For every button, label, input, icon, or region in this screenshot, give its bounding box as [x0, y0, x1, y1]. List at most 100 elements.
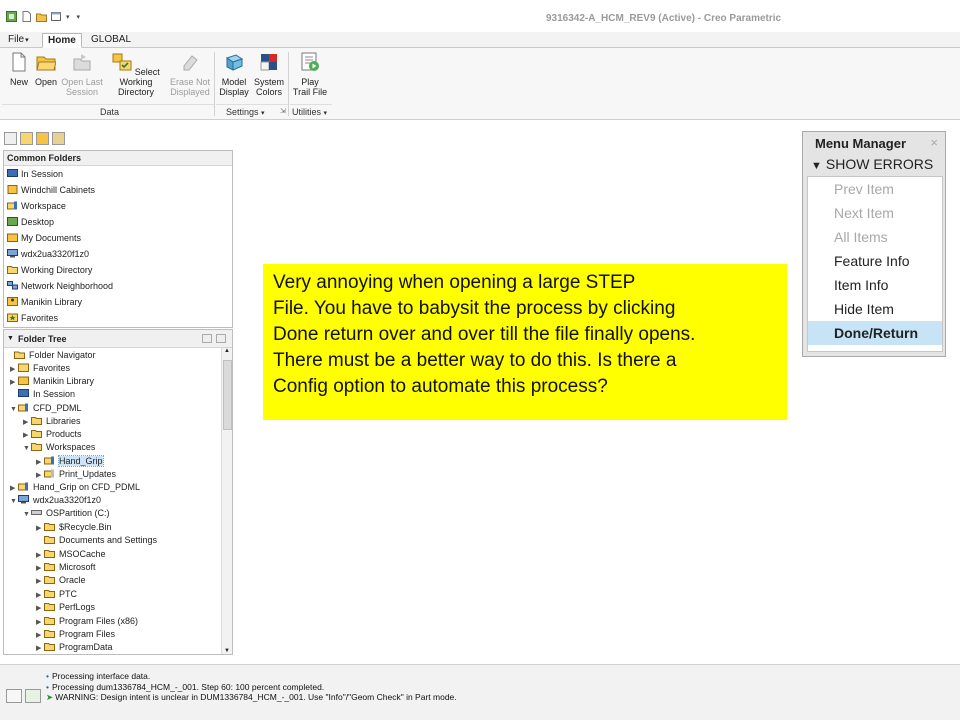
- connections-tab-icon[interactable]: [52, 132, 65, 145]
- model-display-button[interactable]: Model Display: [218, 52, 250, 97]
- group-label-settings: Settings: [226, 107, 259, 117]
- common-folder-workspace[interactable]: Workspace: [4, 198, 232, 214]
- tree-item-label: Hand_Grip: [58, 455, 104, 467]
- tree-item[interactable]: Folder Navigator: [6, 349, 96, 362]
- common-folder-network-neighborhood[interactable]: Network Neighborhood: [4, 278, 232, 294]
- tree-item-label: Oracle: [59, 575, 86, 585]
- tree-item-selected[interactable]: ▶ Hand_Grip: [36, 455, 104, 468]
- menu-item-all-items[interactable]: All Items: [808, 225, 942, 249]
- common-folder-desktop[interactable]: Desktop: [4, 214, 232, 230]
- tree-item[interactable]: ▶ Hand_Grip on CFD_PDML: [10, 481, 140, 494]
- tree-item-label: Manikin Library: [33, 376, 95, 386]
- tree-item[interactable]: ▼ CFD_PDML: [10, 402, 82, 415]
- windows-icon[interactable]: [51, 11, 62, 22]
- manikin-icon: [18, 376, 29, 385]
- tree-twisty[interactable]: ▶: [36, 602, 44, 615]
- menu-item-done-return[interactable]: Done/Return: [808, 321, 942, 345]
- tree-item[interactable]: ▶ MSOCache: [36, 548, 106, 561]
- tree-item[interactable]: ▶ Program Files: [36, 628, 115, 641]
- open-last-session-button[interactable]: Open Last Session: [60, 52, 104, 97]
- scrollbar-thumb[interactable]: [223, 360, 232, 430]
- dialog-launcher-icon[interactable]: ⇲: [280, 107, 286, 115]
- scroll-up-icon[interactable]: ▲: [224, 348, 230, 354]
- tree-twisty[interactable]: ▼: [23, 442, 31, 455]
- tree-item[interactable]: ▶ Manikin Library: [10, 375, 94, 388]
- common-folder-favorites[interactable]: Favorites: [4, 310, 232, 326]
- computer-icon: [18, 495, 29, 504]
- folder-icon: [44, 643, 55, 651]
- common-folder-windchill-cabinets[interactable]: Windchill Cabinets: [4, 182, 232, 198]
- browser-toggle-icon[interactable]: [25, 689, 41, 703]
- model-tree-tab-icon[interactable]: [4, 132, 17, 145]
- tree-item[interactable]: ▶ PTC: [36, 588, 77, 601]
- tab-file[interactable]: File▾: [3, 33, 34, 48]
- tree-item[interactable]: ▶ Microsoft: [36, 561, 96, 574]
- common-folder-my-documents[interactable]: My Documents: [4, 230, 232, 246]
- tree-item[interactable]: ▶ Program Files (x86): [36, 615, 138, 628]
- erase-not-displayed-button[interactable]: Erase Not Displayed: [168, 52, 212, 97]
- bullet-icon: •: [46, 671, 49, 681]
- customize-toolbar-icon[interactable]: ▾: [77, 13, 81, 21]
- menu-item-hide-item[interactable]: Hide Item: [808, 297, 942, 321]
- tree-item[interactable]: Documents and Settings: [36, 534, 157, 547]
- tree-item[interactable]: ▶ Favorites: [10, 362, 70, 375]
- tree-item[interactable]: ▼ OSPartition (C:): [23, 507, 110, 520]
- tree-item[interactable]: ▶ $Recycle.Bin: [36, 521, 112, 534]
- tree-item-label: PerfLogs: [59, 602, 96, 612]
- common-folders-title: Common Folders: [4, 151, 232, 166]
- close-icon[interactable]: ×: [930, 135, 938, 150]
- menu-item-item-info[interactable]: Item Info: [808, 273, 942, 297]
- tree-item[interactable]: ▶ Libraries: [23, 415, 81, 428]
- workspace-icon: [44, 469, 54, 478]
- common-folder-manikin-library[interactable]: Manikin Library: [4, 294, 232, 310]
- open-last-session-label-2: Session: [65, 87, 99, 97]
- new-icon[interactable]: [21, 11, 32, 22]
- chevron-down-icon: ▾: [323, 110, 328, 117]
- menu-item-next-item[interactable]: Next Item: [808, 201, 942, 225]
- open-icon[interactable]: [36, 11, 47, 22]
- folder-browser-tab-icon[interactable]: [20, 132, 33, 145]
- tree-twisty[interactable]: ▼: [10, 495, 18, 508]
- common-folder-working-directory[interactable]: Working Directory: [4, 262, 232, 278]
- tree-twisty[interactable]: ▶: [36, 642, 44, 654]
- computer-icon: [7, 249, 18, 258]
- tree-twisty[interactable]: ▶: [36, 575, 44, 588]
- tree-item[interactable]: ▶ PerfLogs: [36, 601, 95, 614]
- tab-home[interactable]: Home: [42, 33, 82, 48]
- menu-item-feature-info[interactable]: Feature Info: [808, 249, 942, 273]
- tree-item[interactable]: ▶ ProgramData: [36, 641, 113, 654]
- tree-item[interactable]: In Session: [10, 388, 75, 401]
- common-folder-computer[interactable]: wdx2ua3320f1z0: [4, 246, 232, 262]
- favorites-tab-icon[interactable]: [36, 132, 49, 145]
- system-colors-label-1: System: [253, 77, 284, 87]
- new-folder-icon[interactable]: [202, 334, 212, 343]
- chevron-down-icon[interactable]: ▾: [66, 13, 70, 21]
- common-folder-in-session[interactable]: In Session: [4, 166, 232, 182]
- tree-twisty[interactable]: ▼: [23, 508, 31, 521]
- open-button[interactable]: Open: [32, 52, 60, 87]
- menu-item-prev-item[interactable]: Prev Item: [808, 177, 942, 201]
- folder-tree-header[interactable]: ▼ Folder Tree: [4, 330, 232, 348]
- folder-tree-scrollbar[interactable]: ▲ ▼: [221, 348, 232, 654]
- common-folders-panel: Common Folders In Session Windchill Cabi…: [3, 150, 233, 328]
- tab-global[interactable]: GLOBAL: [86, 33, 136, 48]
- folder-options-icon[interactable]: [216, 334, 226, 343]
- tree-item[interactable]: ▼ Workspaces: [23, 441, 95, 454]
- tree-item-label: $Recycle.Bin: [59, 522, 112, 532]
- tree-item[interactable]: ▶ Products: [23, 428, 82, 441]
- group-settings-dropdown[interactable]: Settings ▾: [226, 107, 265, 117]
- system-colors-button[interactable]: System Colors: [252, 52, 286, 97]
- tree-item-label: Workspaces: [46, 442, 96, 452]
- new-button[interactable]: New: [6, 52, 32, 87]
- menu-section-show-errors[interactable]: ▼ SHOW ERRORS: [803, 154, 945, 174]
- select-working-directory-button[interactable]: Select Working Directory: [104, 52, 168, 97]
- group-utilities-dropdown[interactable]: Utilities ▾: [292, 107, 327, 117]
- tree-item[interactable]: ▶ Print_Updates: [36, 468, 116, 481]
- tree-item[interactable]: ▶ Oracle: [36, 574, 86, 587]
- model-tree-toggle-icon[interactable]: [6, 689, 22, 703]
- tree-item[interactable]: ▼ wdx2ua3320f1z0: [10, 494, 101, 507]
- folder-icon: [44, 590, 55, 598]
- tree-twisty[interactable]: ▼: [10, 403, 18, 416]
- play-trail-file-button[interactable]: Play Trail File: [290, 52, 330, 97]
- scroll-down-icon[interactable]: ▼: [224, 648, 230, 654]
